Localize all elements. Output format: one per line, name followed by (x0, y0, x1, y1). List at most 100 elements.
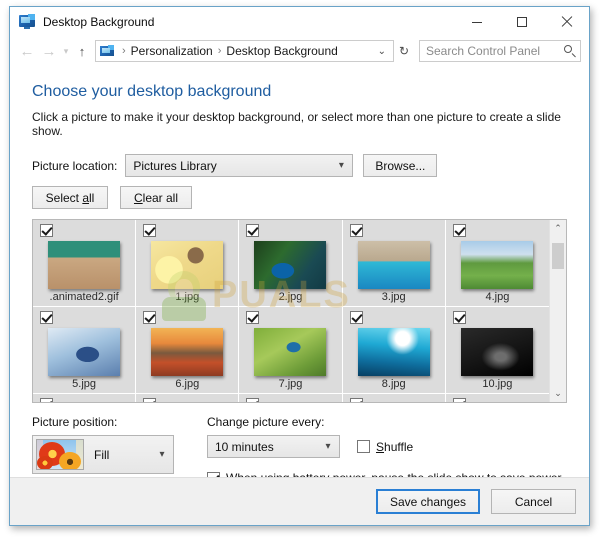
up-arrow-icon[interactable]: ↑ (72, 40, 92, 62)
picture-checkbox[interactable] (143, 397, 157, 402)
picture-checkbox[interactable] (246, 223, 260, 237)
picture-thumbnail-wrap (343, 327, 445, 376)
dialog-footer: Save changes Cancel (10, 477, 589, 525)
slideshow-options-group: Change picture every: 10 minutes ▾ Shuff… (207, 415, 567, 477)
picture-cell[interactable]: 1.jpg (136, 220, 240, 307)
chevron-down-icon: ▾ (325, 441, 331, 452)
picture-thumbnail[interactable] (357, 327, 430, 376)
breadcrumb-item-personalization[interactable]: Personalization (131, 44, 213, 58)
breadcrumb-dropdown-icon[interactable]: ⌄ (373, 46, 391, 57)
picture-checkbox[interactable] (246, 310, 260, 324)
maximize-button[interactable] (499, 7, 544, 37)
gallery-scrollbar[interactable]: ⌃ ⌄ (549, 220, 566, 402)
picture-thumbnail[interactable] (254, 327, 327, 376)
picture-checkbox[interactable] (40, 223, 53, 237)
picture-checkbox[interactable] (349, 223, 363, 237)
chevron-down-icon: ▾ (338, 160, 344, 171)
picture-cell[interactable]: 10.jpg (445, 307, 549, 394)
chevron-down-icon: ▾ (159, 449, 165, 460)
picture-cell[interactable] (445, 394, 549, 402)
picture-filename: 1.jpg (175, 291, 200, 303)
picture-position-dropdown[interactable]: Fill ▾ (32, 435, 174, 474)
picture-checkbox-area (136, 394, 238, 402)
title-bar: Desktop Background (10, 7, 589, 37)
picture-thumbnail[interactable] (151, 240, 224, 289)
scroll-up-icon[interactable]: ⌃ (550, 220, 566, 237)
picture-cell[interactable]: 6.jpg (136, 307, 240, 394)
picture-thumbnail[interactable] (461, 327, 534, 376)
window-controls (454, 7, 589, 37)
refresh-icon[interactable]: ↻ (394, 40, 414, 62)
battery-option[interactable]: When using battery power, pause the slid… (207, 471, 567, 477)
page-title: Choose your desktop background (32, 83, 272, 100)
picture-checkbox[interactable] (40, 397, 53, 402)
picture-location-dropdown[interactable]: Pictures Library ▾ (125, 154, 354, 177)
picture-thumbnail-wrap (136, 327, 238, 376)
picture-location-value: Pictures Library (133, 158, 217, 173)
picture-cell[interactable]: 3.jpg (342, 220, 446, 307)
cancel-button[interactable]: Cancel (491, 489, 576, 514)
battery-power-checkbox[interactable] (207, 471, 220, 477)
picture-checkbox[interactable] (40, 310, 53, 324)
picture-checkbox[interactable] (452, 223, 466, 237)
picture-checkbox[interactable] (246, 397, 260, 402)
picture-thumbnail[interactable] (151, 327, 224, 376)
back-arrow-icon[interactable]: ← (16, 40, 38, 62)
navigation-bar: ← → ▾ ↑ › Personalization › Desktop Back… (10, 37, 589, 65)
picture-cell[interactable]: 8.jpg (342, 307, 446, 394)
picture-cell[interactable]: 5.jpg (33, 307, 137, 394)
shuffle-option[interactable]: Shuffle (357, 440, 413, 454)
search-box[interactable] (419, 40, 581, 62)
picture-location-label: Picture location: (32, 158, 118, 173)
scrollbar-thumb[interactable] (552, 243, 564, 269)
clear-all-button[interactable]: Clear all (120, 186, 192, 209)
shuffle-checkbox[interactable] (357, 440, 370, 453)
picture-cell[interactable]: 7.jpg (239, 307, 343, 394)
breadcrumb-item-desktop-background[interactable]: Desktop Background (226, 44, 337, 58)
picture-checkbox-area (446, 394, 549, 402)
interval-row: 10 minutes ▾ Shuffle (207, 435, 567, 458)
picture-filename: 3.jpg (381, 291, 406, 303)
options-area: Picture position: Fill ▾ Change picture … (32, 415, 567, 477)
picture-checkbox[interactable] (452, 397, 466, 402)
picture-filename: .animated2.gif (49, 291, 119, 303)
picture-thumbnail-wrap (239, 240, 341, 289)
picture-thumbnail-wrap (136, 240, 238, 289)
picture-cell[interactable]: 4.jpg (445, 220, 549, 307)
picture-cell[interactable] (33, 394, 137, 402)
window-title: Desktop Background (43, 15, 155, 29)
save-changes-button[interactable]: Save changes (376, 489, 480, 514)
close-button[interactable] (544, 7, 589, 37)
search-input[interactable] (420, 43, 560, 59)
picture-position-value: Fill (94, 447, 110, 462)
picture-cell[interactable] (239, 394, 343, 402)
picture-thumbnail-wrap (239, 327, 341, 376)
picture-thumbnail[interactable] (48, 327, 121, 376)
picture-thumbnail[interactable] (357, 240, 430, 289)
forward-arrow-icon[interactable]: → (38, 40, 60, 62)
picture-thumbnail[interactable] (254, 240, 327, 289)
picture-cell[interactable] (136, 394, 240, 402)
scrollbar-track[interactable] (550, 237, 566, 385)
picture-checkbox-area (239, 394, 341, 402)
picture-cell[interactable]: .animated2.gif (33, 220, 137, 307)
picture-checkbox[interactable] (143, 223, 157, 237)
picture-cell[interactable] (342, 394, 446, 402)
breadcrumb[interactable]: › Personalization › Desktop Background ⌄ (95, 40, 394, 62)
picture-checkbox-area (239, 220, 341, 240)
picture-cell[interactable]: 2.jpg (239, 220, 343, 307)
recent-locations-chevron-icon[interactable]: ▾ (60, 40, 72, 62)
picture-checkbox[interactable] (349, 310, 363, 324)
picture-checkbox[interactable] (349, 397, 363, 402)
scroll-down-icon[interactable]: ⌄ (550, 385, 566, 402)
change-picture-interval-dropdown[interactable]: 10 minutes ▾ (207, 435, 340, 458)
picture-checkbox[interactable] (452, 310, 466, 324)
picture-thumbnail[interactable] (48, 240, 121, 289)
browse-button[interactable]: Browse... (363, 154, 438, 177)
maximize-icon (516, 17, 527, 27)
picture-thumbnail[interactable] (461, 240, 534, 289)
picture-checkbox[interactable] (143, 310, 157, 324)
select-all-button[interactable]: Select all (32, 186, 108, 209)
minimize-button[interactable] (454, 7, 499, 37)
picture-thumbnail-wrap (446, 240, 549, 289)
